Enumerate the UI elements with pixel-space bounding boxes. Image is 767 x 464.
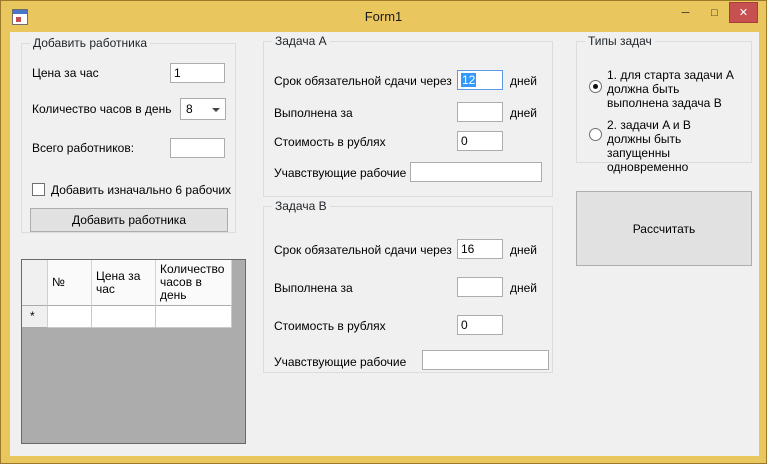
- hours-per-day-combobox[interactable]: 8: [180, 98, 226, 120]
- group-add-worker-title: Добавить работника: [30, 36, 151, 50]
- client-area: Добавить работника Цена за час Количеств…: [10, 32, 759, 456]
- maximize-button[interactable]: □: [700, 2, 729, 23]
- grid-corner-cell[interactable]: [22, 260, 48, 306]
- hours-per-day-value: 8: [186, 102, 193, 116]
- grid-cell-hours[interactable]: [156, 306, 232, 328]
- task-b-workers-input[interactable]: [422, 350, 549, 370]
- grid-column-hours[interactable]: Количество часов в день: [156, 260, 232, 306]
- task-a-workers-input[interactable]: [410, 162, 542, 182]
- add-worker-button[interactable]: Добавить работника: [30, 208, 228, 232]
- task-a-cost-input[interactable]: [457, 131, 503, 151]
- grid-new-row-marker: *: [22, 306, 48, 328]
- task-b-deadline-input[interactable]: [457, 239, 503, 259]
- grid-new-row[interactable]: *: [22, 306, 245, 328]
- grid-column-price[interactable]: Цена за час: [92, 260, 156, 306]
- task-b-done-input[interactable]: [457, 277, 503, 297]
- task-b-deadline-unit-label: дней: [510, 243, 538, 257]
- total-workers-label: Всего работников:: [32, 141, 135, 155]
- window-title: Form1: [364, 9, 403, 24]
- price-per-hour-label: Цена за час: [32, 66, 99, 80]
- group-task-a: Задача A Срок обязательной сдачи через 1…: [263, 34, 553, 197]
- group-add-worker: Добавить работника Цена за час Количеств…: [21, 36, 236, 233]
- price-per-hour-input[interactable]: [170, 63, 225, 83]
- task-a-deadline-selected-text: 12: [461, 73, 477, 87]
- task-a-done-input[interactable]: [457, 102, 503, 122]
- task-b-done-label: Выполнена за: [274, 281, 353, 295]
- group-task-a-title: Задача A: [272, 34, 330, 48]
- task-type-radio-2[interactable]: [589, 128, 602, 141]
- workers-grid[interactable]: № Цена за час Количество часов в день *: [21, 259, 246, 444]
- calculate-button[interactable]: Рассчитать: [576, 191, 752, 266]
- task-type-radio-1[interactable]: [589, 80, 602, 93]
- task-a-cost-label: Стоимость в рублях: [274, 135, 386, 149]
- task-type-radio-2-label[interactable]: 2. задачи A и B должны быть запущенны од…: [607, 118, 749, 174]
- task-b-workers-label: Учавствующие рабочие: [274, 355, 407, 369]
- caption-buttons: ─ □ ✕: [671, 2, 758, 23]
- total-workers-input[interactable]: [170, 138, 225, 158]
- grid-cell-number[interactable]: [48, 306, 92, 328]
- task-a-done-label: Выполнена за: [274, 106, 353, 120]
- grid-cell-price[interactable]: [92, 306, 156, 328]
- task-a-done-unit-label: дней: [510, 106, 538, 120]
- task-b-cost-label: Стоимость в рублях: [274, 319, 386, 333]
- hours-per-day-label: Количество часов в день: [32, 102, 172, 116]
- group-task-b-title: Задача B: [272, 199, 330, 213]
- grid-column-number[interactable]: №: [48, 260, 92, 306]
- task-a-deadline-unit-label: дней: [510, 74, 538, 88]
- add-six-workers-checkbox[interactable]: [32, 183, 45, 196]
- task-b-deadline-label: Срок обязательной сдачи через: [274, 243, 452, 257]
- task-b-done-unit-label: дней: [510, 281, 538, 295]
- group-task-types-title: Типы задач: [585, 34, 655, 48]
- task-a-workers-label: Учавствующие рабочие: [274, 166, 407, 180]
- task-type-radio-1-label[interactable]: 1. для старта задачи A должна быть выпол…: [607, 68, 749, 110]
- window: Form1 ─ □ ✕ Добавить работника Цена за ч…: [0, 0, 767, 464]
- close-button[interactable]: ✕: [729, 2, 758, 23]
- add-six-workers-checkbox-label: Добавить изначально 6 рабочих: [51, 183, 232, 197]
- group-task-b: Задача B Срок обязательной сдачи через д…: [263, 199, 553, 373]
- task-a-deadline-label: Срок обязательной сдачи через: [274, 74, 452, 88]
- titlebar[interactable]: Form1 ─ □ ✕: [1, 1, 766, 32]
- minimize-button[interactable]: ─: [671, 2, 700, 23]
- group-task-types: Типы задач 1. для старта задачи A должна…: [576, 34, 752, 174]
- chevron-down-icon: [212, 108, 220, 112]
- grid-header-row: № Цена за час Количество часов в день: [22, 260, 245, 306]
- task-b-cost-input[interactable]: [457, 315, 503, 335]
- task-a-deadline-input[interactable]: 12: [457, 70, 503, 90]
